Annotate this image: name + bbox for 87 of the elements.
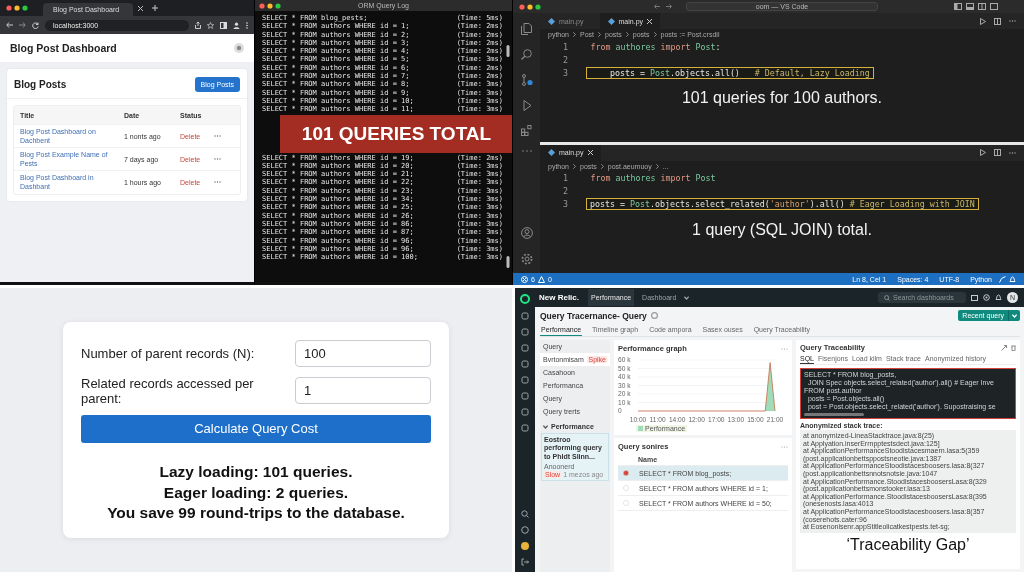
reload-icon[interactable] bbox=[32, 21, 39, 29]
python-file-icon bbox=[607, 17, 615, 25]
settings-icon[interactable] bbox=[234, 43, 244, 53]
more-icon[interactable] bbox=[214, 135, 221, 138]
window-controls-icon[interactable] bbox=[6, 5, 30, 11]
settings-icon[interactable] bbox=[983, 294, 990, 301]
chevron-icon bbox=[573, 32, 577, 37]
result-text: Lazy loading: 101 queries. bbox=[159, 461, 353, 482]
chevron-icon bbox=[598, 32, 602, 37]
error-icon[interactable] bbox=[521, 275, 528, 283]
input-field[interactable]: 1 bbox=[295, 377, 431, 405]
profile-icon[interactable] bbox=[233, 21, 240, 29]
line-number: 2 bbox=[562, 186, 569, 196]
window-controls-icon[interactable] bbox=[259, 2, 283, 9]
dropdown-button[interactable] bbox=[1008, 310, 1020, 321]
line-number: 3 bbox=[562, 199, 569, 209]
share-icon[interactable] bbox=[195, 21, 201, 29]
field-label: Number of parent records (N): bbox=[81, 345, 255, 361]
line-number: 1 bbox=[562, 41, 569, 52]
chevron-icon bbox=[625, 32, 629, 37]
line-number: 3 bbox=[562, 67, 569, 78]
caption: ‘Traceability Gap’ bbox=[845, 535, 971, 554]
window-controls-icon[interactable] bbox=[519, 3, 543, 10]
result-text: You save 99 round-trips to the database. bbox=[107, 503, 405, 524]
forward-icon[interactable] bbox=[19, 22, 26, 28]
total-banner: 101 QUERIES TOTAL bbox=[280, 114, 513, 153]
more-icon[interactable] bbox=[214, 158, 221, 161]
chevron-icon bbox=[653, 32, 657, 37]
bell-icon[interactable] bbox=[995, 294, 1002, 301]
python-file-icon bbox=[548, 17, 555, 25]
expand-icon[interactable] bbox=[1001, 344, 1007, 351]
card-title: Blog Posts bbox=[14, 79, 67, 90]
code-line: from authores import Post: bbox=[589, 40, 722, 53]
search-icon[interactable] bbox=[521, 49, 532, 60]
close-icon[interactable] bbox=[647, 18, 653, 24]
search-icon bbox=[884, 294, 890, 301]
account-icon[interactable] bbox=[520, 227, 533, 239]
sidebar-icon[interactable] bbox=[220, 21, 227, 29]
close-icon[interactable] bbox=[587, 150, 593, 155]
back-icon[interactable] bbox=[654, 4, 660, 9]
warning-icon[interactable] bbox=[537, 275, 545, 283]
more-icon[interactable] bbox=[1009, 151, 1016, 154]
field-label: Related records accessed per parent: bbox=[81, 375, 255, 406]
code-line: from authores import Post bbox=[589, 172, 717, 184]
chevron-icon bbox=[573, 163, 577, 169]
python-file-icon bbox=[548, 149, 555, 156]
settings-icon[interactable] bbox=[520, 253, 533, 265]
help-icon[interactable] bbox=[521, 526, 529, 534]
info-icon[interactable] bbox=[650, 312, 658, 319]
search-icon[interactable] bbox=[521, 510, 529, 518]
run-icon[interactable] bbox=[980, 17, 986, 25]
close-icon[interactable] bbox=[138, 5, 144, 11]
new-tab-icon[interactable] bbox=[152, 5, 159, 11]
chevron-icon bbox=[600, 163, 604, 169]
line-number: 2 bbox=[562, 54, 569, 65]
split-editor-icon[interactable] bbox=[994, 17, 1001, 25]
chevron-icon bbox=[655, 163, 659, 169]
run-debug-icon[interactable] bbox=[521, 100, 532, 111]
layout-icon[interactable] bbox=[954, 3, 998, 10]
line-number: 1 bbox=[562, 173, 569, 183]
split-editor-icon[interactable] bbox=[994, 149, 1001, 156]
brand-name: New Relic. bbox=[539, 293, 579, 302]
input-field[interactable]: 100 bbox=[295, 339, 431, 367]
more-icon[interactable] bbox=[214, 181, 221, 184]
calculate-button[interactable]: Calculate Query Cost bbox=[81, 414, 431, 443]
run-icon[interactable] bbox=[980, 149, 986, 156]
extensions-icon[interactable] bbox=[521, 125, 532, 136]
forward-icon[interactable] bbox=[666, 4, 672, 9]
result-text: Eager loading: 2 queries. bbox=[163, 482, 349, 503]
caption: 1 query (SQL JOIN) total. bbox=[691, 220, 873, 239]
star-icon[interactable] bbox=[207, 21, 214, 29]
source-control-icon[interactable] bbox=[520, 74, 533, 86]
caret-icon bbox=[1012, 313, 1017, 318]
page-title: Blog Post Dashboard bbox=[10, 42, 117, 54]
user-avatar-icon[interactable] bbox=[521, 542, 529, 550]
caret-icon[interactable] bbox=[684, 295, 690, 300]
caption: 101 queries for 100 authors. bbox=[680, 89, 884, 107]
chevron-icon bbox=[543, 424, 548, 429]
logout-icon[interactable] bbox=[521, 558, 529, 566]
logo-icon[interactable] bbox=[520, 294, 530, 304]
files-icon[interactable] bbox=[521, 23, 532, 35]
radio-icon bbox=[623, 470, 629, 476]
back-icon[interactable] bbox=[6, 22, 13, 28]
trash-icon[interactable] bbox=[1011, 344, 1016, 351]
page-title: Query Tracernance- Query bbox=[540, 310, 647, 321]
terminal-icon[interactable] bbox=[971, 294, 978, 301]
scrollbar[interactable] bbox=[804, 413, 864, 416]
